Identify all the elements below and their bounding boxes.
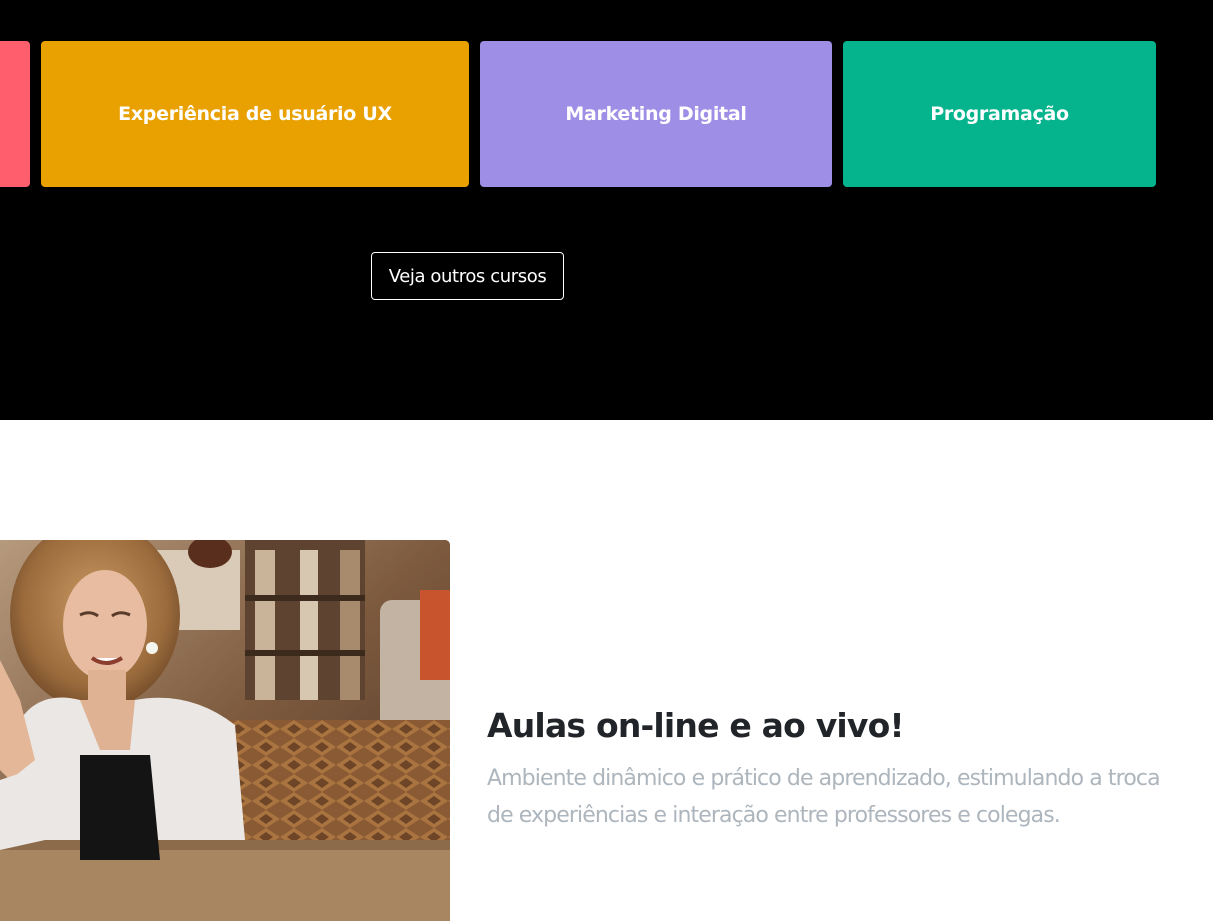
course-card-label: Programação bbox=[930, 103, 1069, 125]
feature-description: Ambiente dinâmico e prático de aprendiza… bbox=[487, 766, 1161, 828]
more-courses-button[interactable]: Veja outros cursos bbox=[371, 252, 564, 300]
course-card-label: Marketing Digital bbox=[565, 103, 747, 125]
course-card-marketing[interactable]: Marketing Digital bbox=[480, 41, 832, 187]
course-card-ux[interactable]: Experiência de usuário UX bbox=[41, 41, 469, 187]
course-card-label: Experiência de usuário UX bbox=[118, 103, 392, 125]
course-card-programming[interactable]: Programação bbox=[843, 41, 1156, 187]
course-card[interactable] bbox=[0, 41, 30, 187]
feature-photo bbox=[0, 540, 450, 921]
feature-title: Aulas on-line e ao vivo! bbox=[487, 706, 905, 745]
courses-section: Experiência de usuário UX Marketing Digi… bbox=[0, 0, 1213, 420]
